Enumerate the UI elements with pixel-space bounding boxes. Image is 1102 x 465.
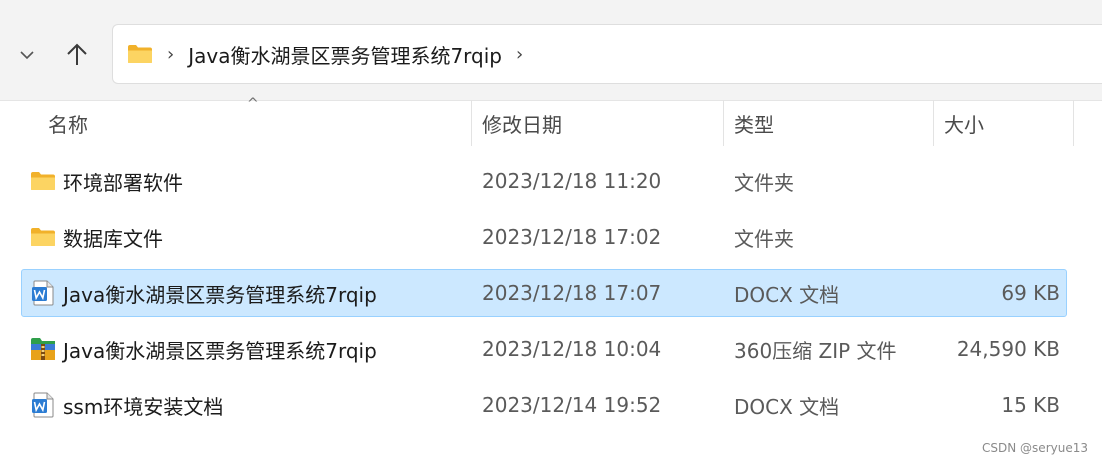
column-divider[interactable] (471, 100, 472, 146)
column-header-type[interactable]: 类型 (734, 100, 924, 146)
file-date: 2023/12/14 19:52 (482, 393, 662, 417)
file-row[interactable]: 数据库文件 2023/12/18 17:02 文件夹 (21, 213, 1067, 261)
file-date: 2023/12/18 11:20 (482, 169, 662, 193)
folder-icon (128, 45, 152, 63)
file-name: Java衡水湖景区票务管理系统7rqip (63, 282, 377, 307)
zip-archive-icon (28, 326, 58, 372)
file-date: 2023/12/18 10:04 (482, 337, 662, 361)
address-bar[interactable]: › Java衡水湖景区票务管理系统7rqip › (112, 24, 1102, 84)
column-header-size[interactable]: 大小 (944, 100, 1064, 146)
file-type: 文件夹 (734, 170, 794, 195)
file-size: 24,590 KB (956, 337, 1060, 361)
file-name: 环境部署软件 (63, 170, 183, 195)
file-date: 2023/12/18 17:07 (482, 281, 662, 305)
breadcrumb-current-folder[interactable]: Java衡水湖景区票务管理系统7rqip (188, 40, 502, 69)
breadcrumb-separator[interactable]: › (167, 44, 174, 65)
up-button[interactable] (58, 34, 96, 76)
file-type: DOCX 文档 (734, 394, 840, 419)
file-size: 69 KB (1001, 281, 1060, 305)
file-name: Java衡水湖景区票务管理系统7rqip (63, 338, 377, 363)
word-doc-icon (28, 270, 58, 316)
navigation-bar: › Java衡水湖景区票务管理系统7rqip › (0, 0, 1102, 101)
column-header-date[interactable]: 修改日期 (482, 100, 712, 146)
word-doc-icon (28, 382, 58, 428)
file-size: 15 KB (1001, 393, 1060, 417)
recent-locations-button[interactable] (8, 34, 46, 76)
file-type: 360压缩 ZIP 文件 (734, 338, 897, 363)
arrow-up-icon (67, 43, 87, 65)
column-headers: ^ 名称 修改日期 类型 大小 (0, 96, 1102, 146)
column-header-name[interactable]: 名称 (48, 100, 468, 146)
file-type: 文件夹 (734, 226, 794, 251)
breadcrumb-chevron[interactable]: › (516, 44, 523, 65)
folder-icon (28, 158, 58, 204)
column-divider[interactable] (723, 100, 724, 146)
file-date: 2023/12/18 17:02 (482, 225, 662, 249)
chevron-down-icon (20, 51, 34, 60)
column-divider[interactable] (1073, 100, 1074, 146)
watermark: CSDN @seryue13 (982, 441, 1088, 455)
file-name: ssm环境安装文档 (63, 394, 224, 419)
file-row[interactable]: ssm环境安装文档 2023/12/14 19:52 DOCX 文档 15 KB (21, 381, 1067, 429)
file-row[interactable]: 环境部署软件 2023/12/18 11:20 文件夹 (21, 157, 1067, 205)
file-row-selected[interactable]: Java衡水湖景区票务管理系统7rqip 2023/12/18 17:07 DO… (21, 269, 1067, 317)
file-type: DOCX 文档 (734, 282, 840, 307)
column-divider[interactable] (933, 100, 934, 146)
file-name: 数据库文件 (63, 226, 163, 251)
folder-icon (28, 214, 58, 260)
file-explorer-window: › Java衡水湖景区票务管理系统7rqip › ^ 名称 修改日期 类型 大小… (0, 0, 1102, 465)
file-row[interactable]: Java衡水湖景区票务管理系统7rqip 2023/12/18 10:04 36… (21, 325, 1067, 373)
